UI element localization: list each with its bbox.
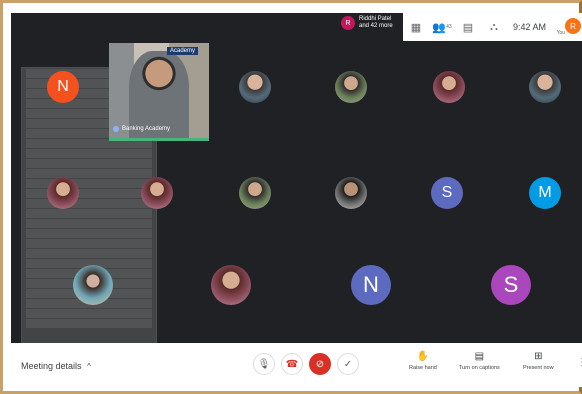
list-item [26,169,152,178]
present-now-label: Present now [523,365,554,371]
list-item [26,229,152,238]
meeting-stage: R Riddhi Patel and 42 more ▦ 👥 43 ▤ ⛬ 9:4… [11,13,582,387]
video-name-tag: Banking Academy [113,126,170,132]
tile-photo-5[interactable] [47,177,79,209]
grid-icon[interactable]: ▦ [403,13,429,41]
check-button[interactable]: ✓ [337,353,359,375]
raise-hand-label: Raise hand [409,365,437,371]
tile-photo-7[interactable] [239,177,271,209]
people-icon[interactable]: 👥 43 [429,13,455,41]
tile-n-orange[interactable]: N [47,71,79,103]
list-item [26,179,152,188]
people-count: 43 [446,24,452,30]
raise-hand-button[interactable]: ✋ Raise hand [409,351,437,371]
meeting-details-label: Meeting details [21,361,82,371]
list-item [26,249,152,258]
tile-letter: M [538,184,552,201]
bottom-bar: Meeting details ^ 🎙 ☎ ⊘ ✓ ✋ Raise hand ▤… [11,343,582,387]
captions-label: Turn on captions [459,365,500,371]
present-now-button[interactable]: ⊞ Present now [523,351,554,371]
check-icon: ✓ [343,358,353,370]
topbar-controls: ▦ 👥 43 ▤ ⛬ 9:42 AM You R [403,13,582,41]
tile-letter: N [363,272,379,297]
list-item [26,159,152,168]
self-avatar[interactable]: R [565,18,581,34]
more-options-icon[interactable]: ⋮ [577,357,582,368]
list-item [26,309,152,318]
tile-s-indigo[interactable]: S [431,177,463,209]
screenshot-frame: R Riddhi Patel and 42 more ▦ 👥 43 ▤ ⛬ 9:4… [0,0,582,394]
chat-icon[interactable]: ▤ [455,13,481,41]
tile-photo-1[interactable] [239,71,271,103]
tile-photo-9[interactable] [73,265,113,305]
tile-letter: S [441,184,453,201]
camera-off-button[interactable]: ⊘ [309,353,331,375]
presenter-text: Riddhi Patel and 42 more [359,16,393,30]
list-item [26,209,152,218]
hand-icon: ✋ [416,351,430,362]
list-item [26,149,152,158]
top-bar: R Riddhi Patel and 42 more ▦ 👥 43 ▤ ⛬ 9:4… [11,13,582,41]
end-call-icon: ☎ [285,358,299,370]
tile-m-blue[interactable]: M [529,177,561,209]
video-name: Banking Academy [122,126,171,132]
you-label: You [556,30,565,36]
list-item [26,199,152,208]
activities-icon[interactable]: ⛬ [481,13,507,41]
clock: 9:42 AM [513,22,547,32]
camera-off-icon: ⊘ [315,358,325,370]
presenter-name: Riddhi Patel [359,16,392,22]
captions-button[interactable]: ▤ Turn on captions [459,351,500,371]
tile-photo-8[interactable] [335,177,367,209]
list-item [26,189,152,198]
chevron-up-icon: ^ [87,362,91,371]
mic-icon: 🎙 [257,358,271,370]
tile-s-purple[interactable]: S [491,265,531,305]
meeting-details-button[interactable]: Meeting details ^ [21,361,91,371]
list-item [26,239,152,248]
presenter-video[interactable]: Academy Banking Academy [109,43,209,141]
tile-letter: N [57,78,69,95]
list-item [26,219,152,228]
tile-n-indigo[interactable]: N [351,265,391,305]
present-icon: ⊞ [534,351,543,362]
tile-photo-6[interactable] [141,177,173,209]
list-item [26,319,152,328]
video-banner: Academy [167,47,199,55]
tile-photo-3[interactable] [433,71,465,103]
tile-photo-4[interactable] [529,71,561,103]
tile-letter: S [503,272,519,297]
captions-icon: ▤ [474,351,485,362]
tile-photo-10[interactable] [211,265,251,305]
presenter-more: and 42 more [359,23,393,29]
presenter-avatar: R [341,16,355,30]
mic-icon [113,126,119,132]
mic-button[interactable]: 🎙 [253,353,275,375]
end-call-button[interactable]: ☎ [281,353,303,375]
tile-photo-2[interactable] [335,71,367,103]
presenter-chip[interactable]: R Riddhi Patel and 42 more [341,16,393,30]
